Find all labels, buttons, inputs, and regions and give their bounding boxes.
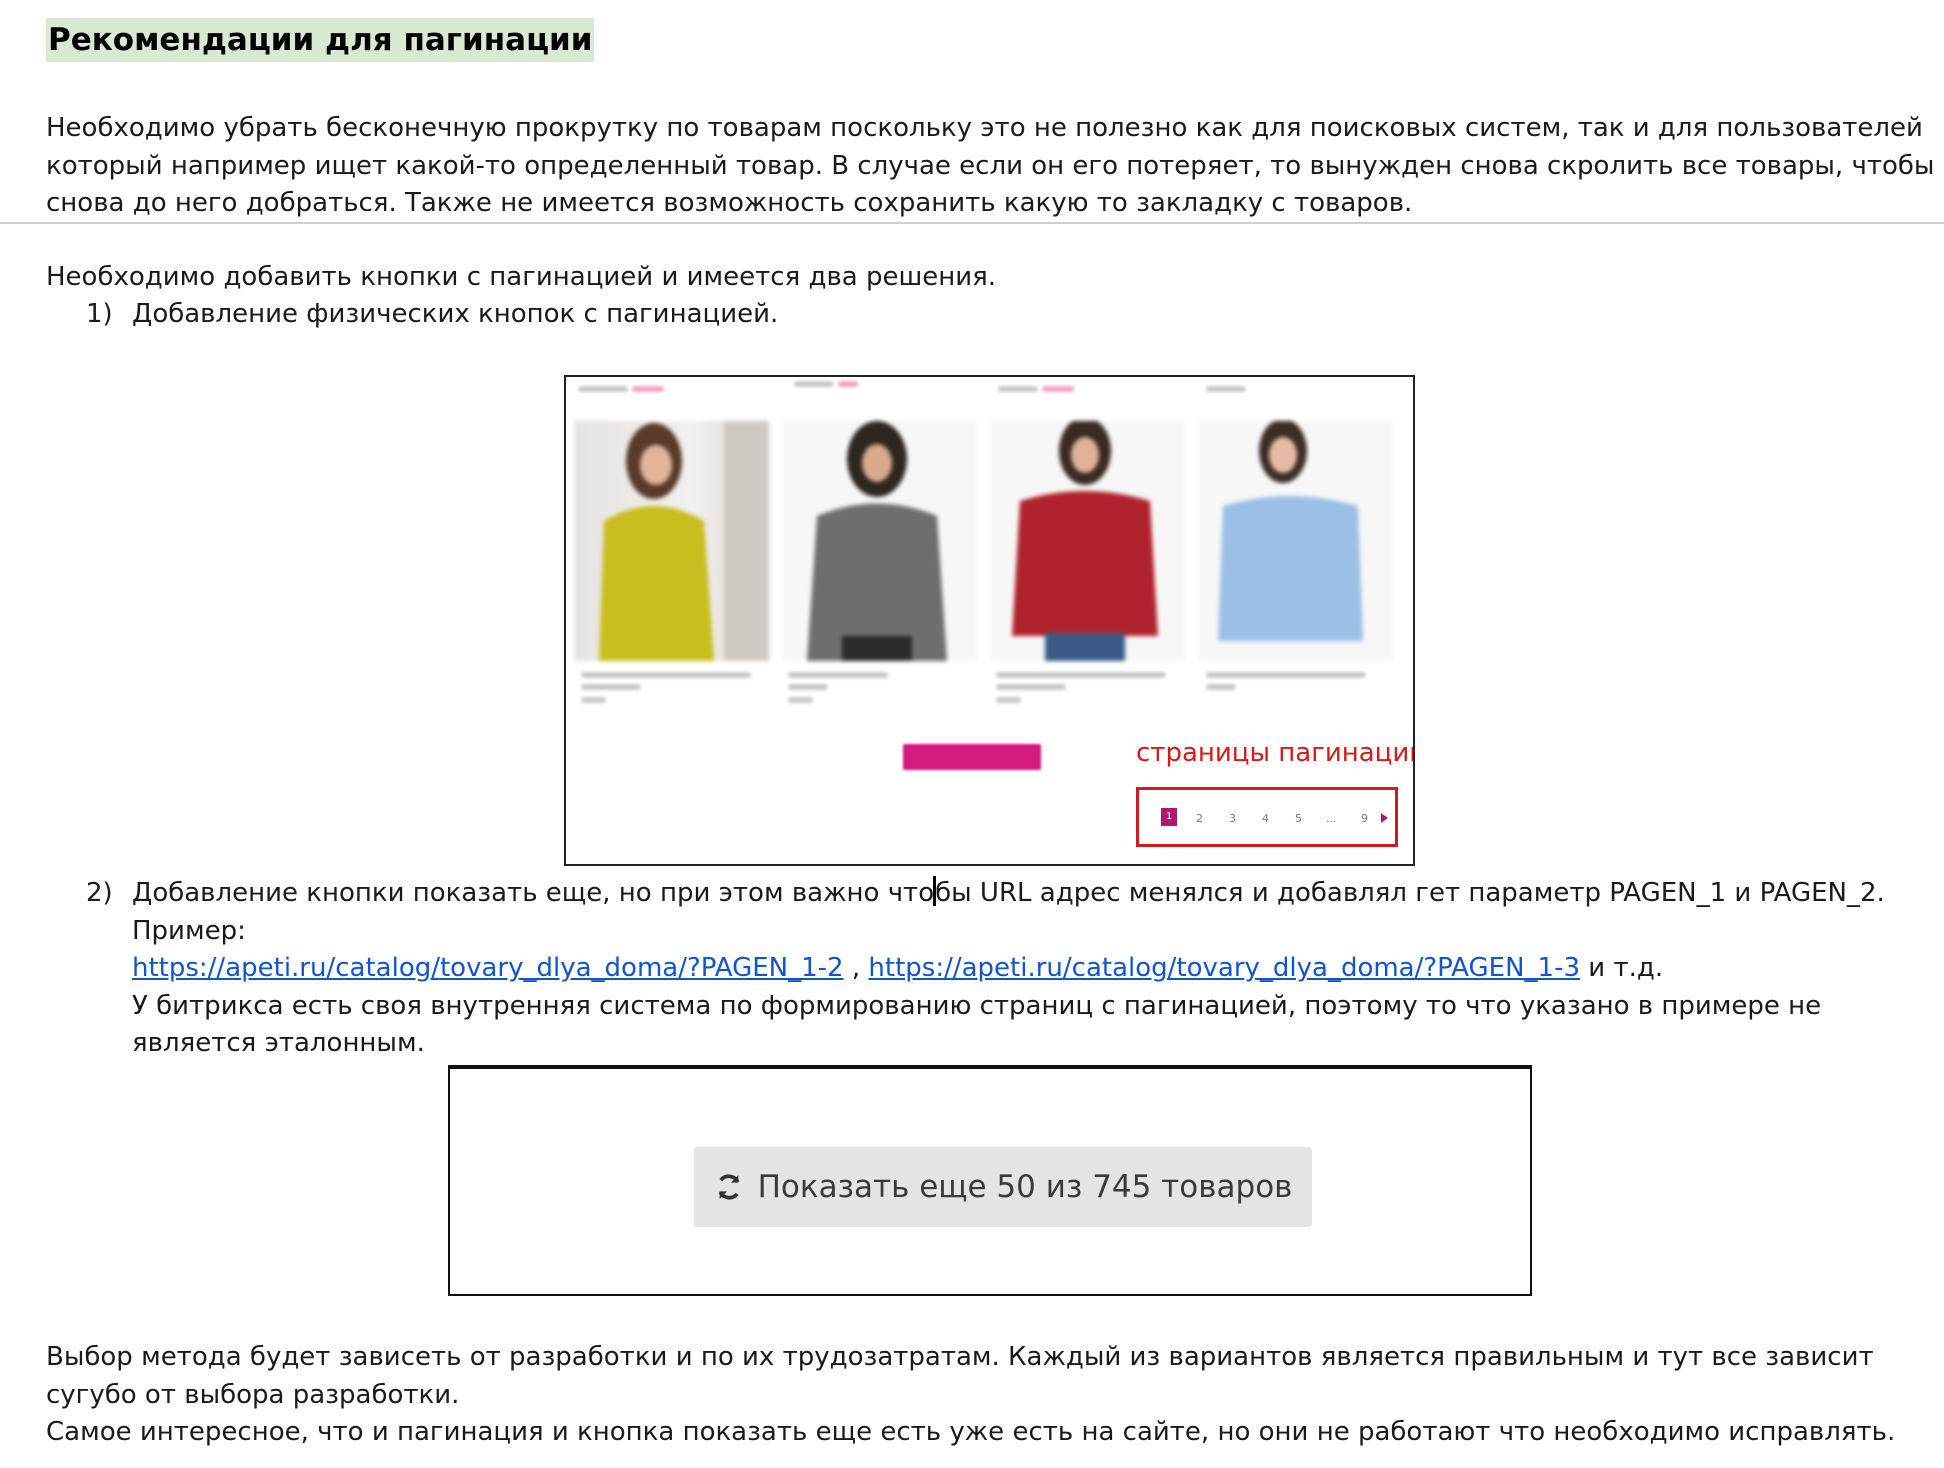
- pagination-ellipsis: ...: [1326, 812, 1337, 825]
- refresh-icon: [718, 1174, 740, 1200]
- intro-line: который например ищет какой-то определен…: [46, 150, 1935, 181]
- show-more-label: Показать еще 50 из 745 товаров: [757, 1169, 1293, 1205]
- pagination-caption: страницы пагинации: [1136, 738, 1415, 768]
- conclusion-line: сугубо от выбора разработки.: [46, 1379, 460, 1410]
- pagination-page-5: 5: [1295, 812, 1302, 825]
- example-label: Пример:: [132, 915, 246, 946]
- pagination-page-9: 9: [1361, 812, 1368, 825]
- sweater-red-icon: [1012, 421, 1158, 661]
- list-item-2-line: Добавление кнопки показать еще, но при э…: [132, 875, 1885, 913]
- list-item-2-text: Добавление кнопки показать еще, но при э…: [132, 875, 1885, 1063]
- conclusion-line: Самое интересное, что и пагинация и кноп…: [46, 1417, 1896, 1447]
- sweater-blue-icon: [1218, 421, 1363, 641]
- pagination-page-1: 1: [1161, 808, 1177, 826]
- list-item-2-line-start: Добавление кнопки показать еще, но при э…: [132, 878, 935, 908]
- example-link-1[interactable]: https://apeti.ru/catalog/tovary_dlya_dom…: [132, 953, 844, 983]
- example-link-2[interactable]: https://apeti.ru/catalog/tovary_dlya_dom…: [868, 953, 1580, 983]
- pagination-page-3: 3: [1229, 812, 1236, 825]
- list-item-2-line-end: бы URL адрес менялся и добавлял гет пара…: [935, 878, 1885, 908]
- pagination-screenshot: страницы пагинации 1 2 3 4 5 ... 9: [564, 375, 1415, 866]
- intro-line: снова до него добраться. Также не имеетс…: [46, 188, 1413, 218]
- etc-text: и т.д.: [1580, 953, 1664, 983]
- example-links: https://apeti.ru/catalog/tovary_dlya_dom…: [132, 950, 1885, 988]
- list-number-2: 2): [86, 878, 113, 908]
- link-separator: ,: [843, 953, 869, 983]
- product-card-yellow: [574, 421, 769, 661]
- list-number-1: 1): [86, 299, 113, 329]
- pagination-page-4: 4: [1262, 812, 1269, 825]
- pagination-highlight: 1 2 3 4 5 ... 9: [1136, 787, 1398, 847]
- divider: [0, 222, 1944, 224]
- solutions-intro: Необходимо добавить кнопки с пагинацией …: [46, 262, 997, 292]
- pagination-page-2: 2: [1196, 812, 1203, 825]
- pagination-next-icon: [1381, 813, 1388, 823]
- show-more-screenshot: Показать еще 50 из 745 товаров: [448, 1065, 1532, 1296]
- product-card-blue: [1198, 421, 1393, 661]
- conclusion-line: Выбор метода будет зависеть от разработк…: [46, 1342, 1874, 1372]
- page-title: Рекомендации для пагинации: [46, 18, 595, 62]
- sweater-yellow-icon: [599, 421, 769, 661]
- bitrix-note-line: является эталонным.: [132, 1028, 425, 1058]
- conclusion-paragraph: Выбор метода будет зависеть от разработк…: [46, 1339, 1895, 1452]
- show-more-button: Показать еще 50 из 745 товаров: [694, 1147, 1312, 1227]
- product-card-red: [990, 421, 1185, 661]
- sweater-grey-icon: [807, 421, 947, 661]
- intro-line: Необходимо убрать бесконечную прокрутку …: [46, 113, 1923, 143]
- product-card-grey: [782, 421, 977, 661]
- bitrix-note-line: У битрикса есть своя внутренняя система …: [132, 990, 1822, 1021]
- list-item-1-text: Добавление физических кнопок с пагинацие…: [132, 299, 779, 329]
- intro-paragraph: Необходимо убрать бесконечную прокрутку …: [46, 110, 1934, 223]
- show-more-button-blurred: [903, 744, 1041, 770]
